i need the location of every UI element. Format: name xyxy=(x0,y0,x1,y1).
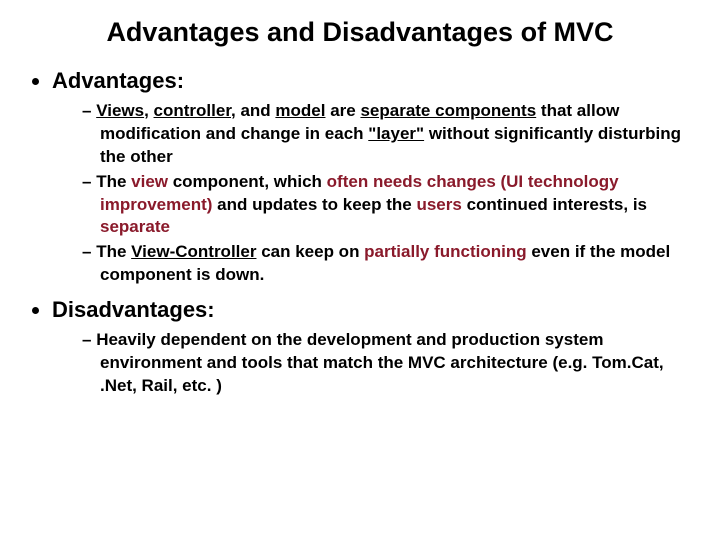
advantage-item-3: The View-Controller can keep on partiall… xyxy=(82,241,692,287)
text-users: users xyxy=(416,195,461,214)
slide-title: Advantages and Disadvantages of MVC xyxy=(28,16,692,50)
slide: Advantages and Disadvantages of MVC Adva… xyxy=(0,0,720,540)
text-model: model xyxy=(275,101,325,120)
text-separate-components: separate components xyxy=(360,101,536,120)
main-list: Advantages: Views, controller, and model… xyxy=(28,68,692,398)
disadvantages-section: Disadvantages: Heavily dependent on the … xyxy=(52,297,692,398)
disadvantages-heading: Disadvantages: xyxy=(52,297,215,322)
text-layer: "layer" xyxy=(368,124,424,143)
advantages-heading: Advantages: xyxy=(52,68,184,93)
text-view-controller: View-Controller xyxy=(131,242,256,261)
text-separate: separate xyxy=(100,217,170,236)
advantage-item-1: Views, controller, and model are separat… xyxy=(82,100,692,169)
advantages-section: Advantages: Views, controller, and model… xyxy=(52,68,692,288)
text-controller: controller xyxy=(154,101,231,120)
text-views: Views xyxy=(96,101,144,120)
advantages-list: Views, controller, and model are separat… xyxy=(52,100,692,288)
text-partially-functioning: partially functioning xyxy=(364,242,526,261)
text-view: view xyxy=(131,172,168,191)
disadvantages-list: Heavily dependent on the development and… xyxy=(52,329,692,398)
advantage-item-2: The view component, which often needs ch… xyxy=(82,171,692,240)
disadvantage-item-1: Heavily dependent on the development and… xyxy=(82,329,692,398)
